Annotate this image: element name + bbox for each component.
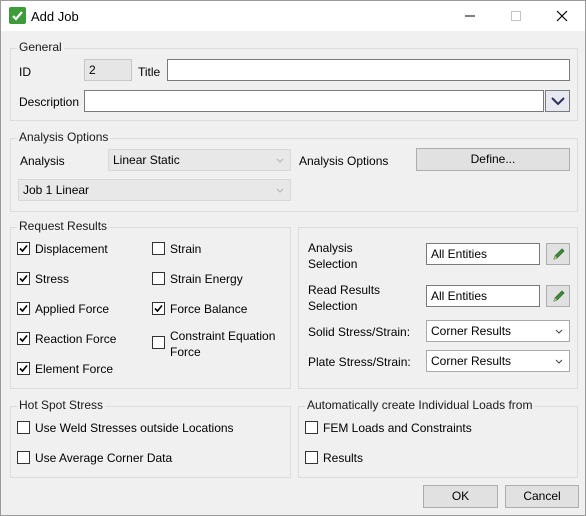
read-results-selection-label: Read Results Selection [308, 283, 381, 313]
results-checkbox[interactable] [305, 451, 318, 464]
solid-stress-strain-label: Solid Stress/Strain: [308, 325, 411, 339]
general-group-title: General [17, 40, 64, 54]
pencil-icon [553, 290, 565, 302]
solid-stress-strain-value: Corner Results [431, 324, 512, 338]
minimize-icon [465, 15, 475, 17]
analysis-options-group-title: Analysis Options [17, 130, 111, 144]
reaction-force-label: Reaction Force [35, 332, 117, 346]
stress-checkbox[interactable] [17, 272, 30, 285]
weld-stresses-label: Use Weld Stresses outside Locations [35, 421, 234, 435]
chevron-down-icon [276, 188, 284, 193]
description-dropdown-button[interactable] [545, 90, 570, 112]
plate-stress-strain-select[interactable]: Corner Results [426, 350, 570, 372]
analysis-type-select: Linear Static [108, 149, 291, 171]
constraint-equation-force-label: Constraint Equation Force [170, 329, 276, 359]
hot-spot-stress-group-title: Hot Spot Stress [17, 398, 106, 412]
displacement-label: Displacement [35, 242, 108, 256]
cancel-button[interactable]: Cancel [505, 485, 579, 508]
stress-label: Stress [35, 272, 70, 286]
strain-energy-label: Strain Energy [170, 272, 243, 286]
auto-loads-group-title: Automatically create Individual Loads fr… [305, 398, 535, 412]
id-label: ID [19, 65, 31, 79]
auto-loads-group: Automatically create Individual Loads fr… [298, 398, 578, 478]
strain-checkbox[interactable] [152, 242, 165, 255]
minimize-button[interactable] [447, 1, 493, 31]
request-results-group-title: Request Results [17, 219, 110, 233]
id-field: 2 [84, 59, 132, 81]
analysis-selection-field[interactable]: All Entities [426, 243, 540, 265]
element-force-checkbox[interactable] [17, 362, 30, 375]
title-bar: Add Job [1, 1, 585, 31]
description-label: Description [19, 95, 80, 109]
fem-loads-checkbox[interactable] [305, 421, 318, 434]
close-button[interactable] [539, 1, 585, 31]
fem-loads-label: FEM Loads and Constraints [323, 421, 472, 435]
applied-force-label: Applied Force [35, 302, 110, 316]
window-title: Add Job [31, 9, 79, 24]
description-input[interactable] [84, 90, 544, 112]
analysis-label: Analysis [20, 154, 65, 168]
constraint-equation-force-checkbox[interactable] [152, 336, 165, 349]
pencil-icon [553, 248, 565, 260]
reaction-force-checkbox[interactable] [17, 332, 30, 345]
solid-stress-strain-select[interactable]: Corner Results [426, 320, 570, 342]
define-button[interactable]: Define... [416, 148, 570, 171]
results-label: Results [323, 451, 364, 465]
title-label: Title [138, 65, 161, 79]
chevron-down-icon [551, 97, 565, 106]
maximize-button [493, 1, 539, 31]
element-force-label: Element Force [35, 362, 114, 376]
analysis-type-value: Linear Static [113, 153, 180, 167]
average-corner-data-label: Use Average Corner Data [35, 451, 173, 465]
job-select: Job 1 Linear [18, 179, 291, 201]
chevron-down-icon [555, 329, 563, 334]
close-icon [556, 10, 568, 22]
ok-button[interactable]: OK [423, 485, 498, 508]
hot-spot-stress-group: Hot Spot Stress [10, 398, 291, 478]
chevron-down-icon [276, 158, 284, 163]
analysis-selection-edit-button[interactable] [546, 243, 570, 265]
plate-stress-strain-label: Plate Stress/Strain: [308, 355, 411, 369]
job-select-value: Job 1 Linear [23, 183, 90, 197]
displacement-checkbox[interactable] [17, 242, 30, 255]
force-balance-label: Force Balance [170, 302, 248, 316]
chevron-down-icon [555, 359, 563, 364]
checkmark-app-icon [9, 7, 26, 24]
weld-stresses-checkbox[interactable] [17, 421, 30, 434]
strain-label: Strain [170, 242, 202, 256]
force-balance-checkbox[interactable] [152, 302, 165, 315]
read-results-selection-field[interactable]: All Entities [426, 285, 540, 307]
maximize-icon [511, 11, 521, 21]
analysis-selection-label: Analysis Selection [308, 241, 358, 271]
analysis-options-label: Analysis Options [299, 154, 389, 168]
read-results-selection-edit-button[interactable] [546, 285, 570, 307]
applied-force-checkbox[interactable] [17, 302, 30, 315]
title-input[interactable] [167, 59, 570, 81]
plate-stress-strain-value: Corner Results [431, 354, 512, 368]
add-job-dialog: Add Job General ID 2 Title Description A… [0, 0, 586, 516]
strain-energy-checkbox[interactable] [152, 272, 165, 285]
average-corner-data-checkbox[interactable] [17, 451, 30, 464]
